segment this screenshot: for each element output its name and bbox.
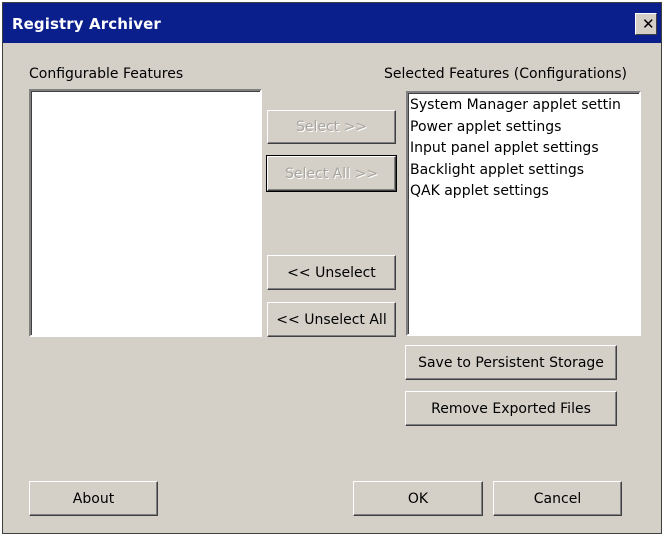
list-item[interactable]: Power applet settings: [410, 117, 639, 139]
title-bar: Registry Archiver ✕: [3, 3, 661, 43]
remove-exported-files-button[interactable]: Remove Exported Files: [405, 391, 617, 426]
registry-archiver-dialog: Registry Archiver ✕ Configurable Feature…: [2, 2, 662, 534]
selected-features-label: Selected Features (Configurations): [384, 66, 627, 82]
ok-button[interactable]: OK: [353, 481, 483, 516]
select-button[interactable]: Select >>: [267, 110, 396, 144]
cancel-button[interactable]: Cancel: [493, 481, 622, 516]
configurable-features-list[interactable]: [29, 89, 262, 337]
close-button[interactable]: ✕: [635, 13, 657, 35]
unselect-button[interactable]: << Unselect: [267, 255, 396, 290]
unselect-all-button[interactable]: << Unselect All: [267, 302, 396, 337]
select-all-button[interactable]: Select All >>: [266, 155, 397, 192]
about-button[interactable]: About: [29, 481, 158, 516]
save-to-persistent-storage-button[interactable]: Save to Persistent Storage: [405, 345, 617, 380]
window-title: Registry Archiver: [12, 15, 161, 33]
selected-features-list[interactable]: System Manager applet settin Power apple…: [406, 91, 641, 336]
list-item[interactable]: QAK applet settings: [410, 181, 639, 203]
close-icon: ✕: [642, 15, 655, 33]
selected-features-items: System Manager applet settin Power apple…: [408, 93, 639, 203]
list-item[interactable]: System Manager applet settin: [410, 95, 639, 117]
list-item[interactable]: Input panel applet settings: [410, 138, 639, 160]
configurable-features-label: Configurable Features: [29, 66, 184, 82]
list-item[interactable]: Backlight applet settings: [410, 160, 639, 182]
configurable-features-items: [31, 91, 260, 93]
